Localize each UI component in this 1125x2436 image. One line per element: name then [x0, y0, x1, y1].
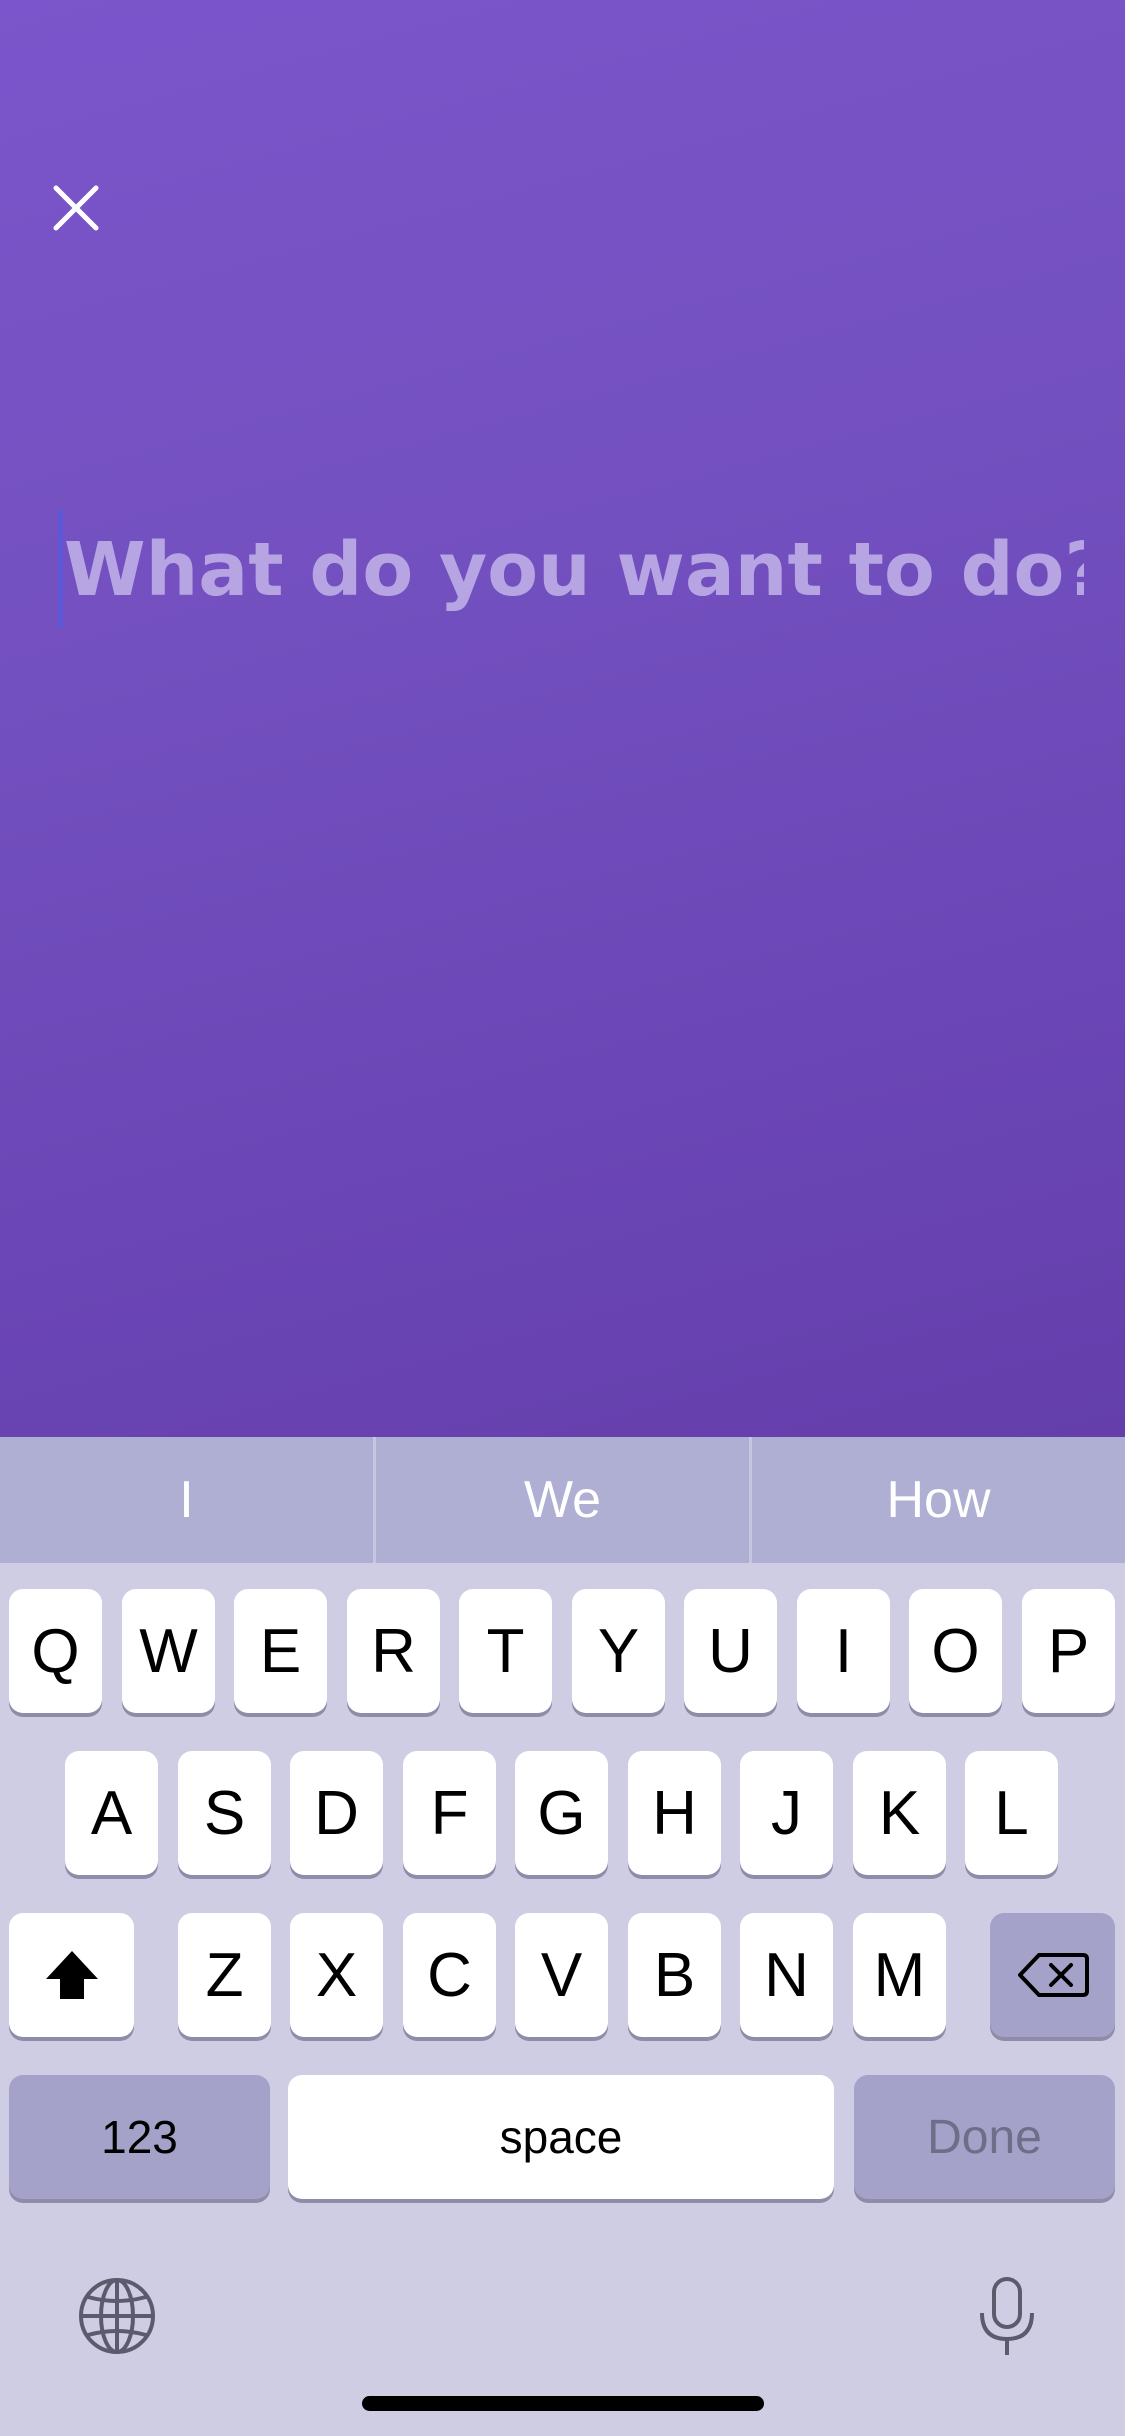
close-button[interactable]: [48, 180, 104, 236]
key-t[interactable]: T: [459, 1589, 552, 1713]
key-y[interactable]: Y: [572, 1589, 665, 1713]
key-w[interactable]: W: [122, 1589, 215, 1713]
prompt-input[interactable]: [58, 510, 1084, 630]
globe-icon: [79, 2278, 155, 2354]
done-key[interactable]: Done: [854, 2075, 1115, 2199]
numbers-key[interactable]: 123: [9, 2075, 270, 2199]
key-l[interactable]: L: [965, 1751, 1058, 1875]
globe-button[interactable]: [76, 2275, 158, 2362]
microphone-button[interactable]: [976, 2275, 1038, 2364]
compose-screen: [0, 0, 1125, 1437]
key-a[interactable]: A: [65, 1751, 158, 1875]
home-indicator: [362, 2396, 764, 2411]
key-c[interactable]: C: [403, 1913, 496, 2037]
key-d[interactable]: D: [290, 1751, 383, 1875]
key-q[interactable]: Q: [9, 1589, 102, 1713]
key-u[interactable]: U: [684, 1589, 777, 1713]
key-j[interactable]: J: [740, 1751, 833, 1875]
close-icon: [53, 185, 99, 231]
suggestion-bar: I We How: [0, 1437, 1125, 1563]
key-f[interactable]: F: [403, 1751, 496, 1875]
shift-icon: [45, 1951, 98, 1999]
key-m[interactable]: M: [853, 1913, 946, 2037]
suggestion-item[interactable]: How: [752, 1437, 1125, 1563]
key-o[interactable]: O: [909, 1589, 1002, 1713]
key-x[interactable]: X: [290, 1913, 383, 2037]
suggestion-item[interactable]: I: [0, 1437, 373, 1563]
microphone-icon: [980, 2277, 1034, 2355]
key-i[interactable]: I: [797, 1589, 890, 1713]
key-n[interactable]: N: [740, 1913, 833, 2037]
key-e[interactable]: E: [234, 1589, 327, 1713]
key-v[interactable]: V: [515, 1913, 608, 2037]
space-key[interactable]: space: [288, 2075, 834, 2199]
key-k[interactable]: K: [853, 1751, 946, 1875]
backspace-icon: [1017, 1953, 1089, 1997]
shift-key[interactable]: [9, 1913, 134, 2037]
keyboard: Q W E R T Y U I O P A S D F G H J K L Z …: [0, 1563, 1125, 2436]
suggestion-item[interactable]: We: [376, 1437, 749, 1563]
key-g[interactable]: G: [515, 1751, 608, 1875]
key-p[interactable]: P: [1022, 1589, 1115, 1713]
key-b[interactable]: B: [628, 1913, 721, 2037]
key-z[interactable]: Z: [178, 1913, 271, 2037]
key-r[interactable]: R: [347, 1589, 440, 1713]
backspace-key[interactable]: [990, 1913, 1115, 2037]
key-h[interactable]: H: [628, 1751, 721, 1875]
key-s[interactable]: S: [178, 1751, 271, 1875]
